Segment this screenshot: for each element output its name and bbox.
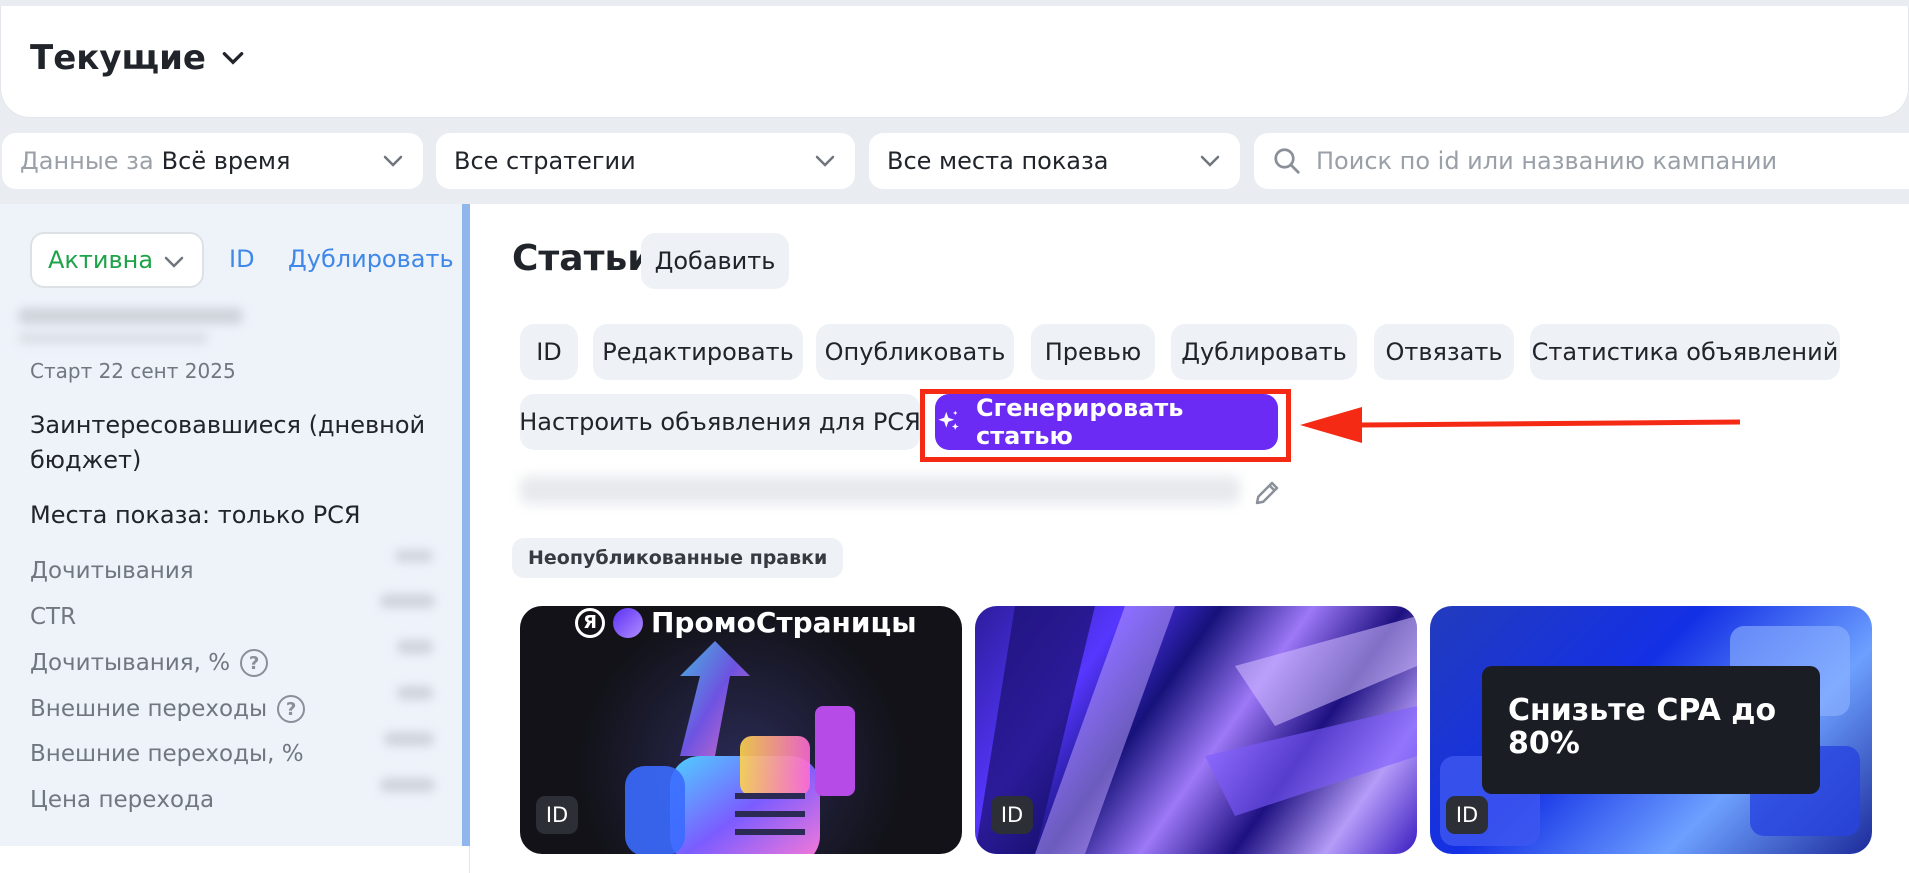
metric-label: Цена перехода xyxy=(30,787,215,813)
status-label: Активна xyxy=(48,246,154,274)
sidebar-selection-bar xyxy=(462,204,470,846)
article-card[interactable]: Снизьте CPA до 80% ID xyxy=(1430,606,1872,854)
chevron-down-icon xyxy=(164,256,184,268)
article-card[interactable]: ID xyxy=(975,606,1417,854)
strategies-value: Все стратегии xyxy=(454,147,636,175)
articles-title: Статьи xyxy=(512,238,653,279)
chevron-down-icon xyxy=(815,155,835,167)
period-label: Данные за xyxy=(20,147,154,175)
article-card[interactable]: Я ПромоСтраницы ID xyxy=(520,606,962,854)
blurred-metric-value xyxy=(397,686,433,700)
card-id-badge[interactable]: ID xyxy=(991,796,1033,834)
metric-label: Внешние переходы, % xyxy=(30,741,304,767)
search-input[interactable]: Поиск по id или названию кампании xyxy=(1254,133,1909,189)
help-icon[interactable]: ? xyxy=(240,649,269,677)
metric-row: Дочитывания, % ? xyxy=(30,649,269,677)
card-id-badge[interactable]: ID xyxy=(536,796,578,834)
metric-row: Внешние переходы ? xyxy=(30,695,306,723)
metric-row: Внешние переходы, % xyxy=(30,741,304,767)
campaign-placements: Места показа: только РСЯ xyxy=(30,501,361,529)
metric-label: Дочитывания xyxy=(30,558,194,584)
preview-button[interactable]: Превью xyxy=(1031,324,1155,380)
status-dropdown[interactable]: Активна xyxy=(30,232,204,288)
duplicate-article-button[interactable]: Дублировать xyxy=(1171,324,1357,380)
page-title: Текущие xyxy=(30,38,206,78)
period-select[interactable]: Данные за Всё время xyxy=(2,133,423,189)
article-id-button[interactable]: ID xyxy=(520,324,578,380)
annotation-arrow-icon xyxy=(1300,407,1740,443)
search-icon xyxy=(1274,148,1300,174)
help-icon[interactable]: ? xyxy=(277,695,306,723)
metric-label: CTR xyxy=(30,604,77,630)
blurred-campaign-meta xyxy=(18,332,208,344)
blurred-article-title xyxy=(520,476,1240,504)
strategies-select[interactable]: Все стратегии xyxy=(436,133,855,189)
blurred-metric-value xyxy=(380,778,435,792)
promo-logo: Я ПромоСтраницы xyxy=(575,606,917,639)
placements-value: Все места показа xyxy=(887,147,1109,175)
campaign-id-link[interactable]: ID xyxy=(229,245,255,273)
blurred-metric-value xyxy=(395,550,433,562)
edit-button[interactable]: Редактировать xyxy=(593,324,803,380)
blurred-metric-value xyxy=(397,640,433,654)
abstract-3d-art-icon xyxy=(625,641,855,854)
campaign-start-date: Старт 22 сент 2025 xyxy=(30,359,236,383)
logo-dot-icon xyxy=(613,607,643,638)
chevron-down-icon xyxy=(222,52,244,65)
metric-row: Цена перехода xyxy=(30,787,214,813)
add-article-button[interactable]: Добавить xyxy=(641,233,789,289)
metric-label: Внешние переходы xyxy=(30,696,268,722)
card-id-badge[interactable]: ID xyxy=(1446,796,1488,834)
configure-rsya-ads-button[interactable]: Настроить объявления для РСЯ xyxy=(519,394,921,450)
duplicate-campaign-link[interactable]: Дублировать xyxy=(288,245,454,273)
unpublished-changes-badge: Неопубликованные правки xyxy=(512,538,844,578)
annotation-highlight-box xyxy=(920,389,1291,462)
publish-button[interactable]: Опубликовать xyxy=(816,324,1014,380)
cpa-headline: Снизьте CPA до 80% xyxy=(1482,666,1820,794)
ad-statistics-button[interactable]: Статистика объявлений xyxy=(1530,324,1840,380)
search-placeholder: Поиск по id или названию кампании xyxy=(1316,147,1778,175)
metric-label: Дочитывания, % xyxy=(30,650,231,676)
sidebar-footer xyxy=(0,846,470,873)
placements-select[interactable]: Все места показа xyxy=(869,133,1240,189)
period-value: Всё время xyxy=(161,147,291,175)
promo-logo-text: ПромоСтраницы xyxy=(651,606,917,639)
yandex-logo-icon: Я xyxy=(575,607,605,638)
header-card xyxy=(0,6,1909,118)
metric-row: Дочитывания xyxy=(30,558,194,584)
blurred-metric-value xyxy=(380,594,435,608)
campaign-filter-dropdown[interactable]: Текущие xyxy=(30,38,246,78)
abstract-stripes-art-icon xyxy=(975,606,1417,854)
pencil-icon[interactable] xyxy=(1252,478,1282,508)
unlink-button[interactable]: Отвязать xyxy=(1374,324,1514,380)
blurred-metric-value xyxy=(384,732,434,746)
chevron-down-icon xyxy=(383,155,403,167)
chevron-down-icon xyxy=(1200,155,1220,167)
metric-row: CTR xyxy=(30,604,76,630)
blurred-campaign-name xyxy=(18,308,243,324)
campaign-strategy: Заинтересовавшиеся (дневной бюджет) xyxy=(30,411,426,474)
